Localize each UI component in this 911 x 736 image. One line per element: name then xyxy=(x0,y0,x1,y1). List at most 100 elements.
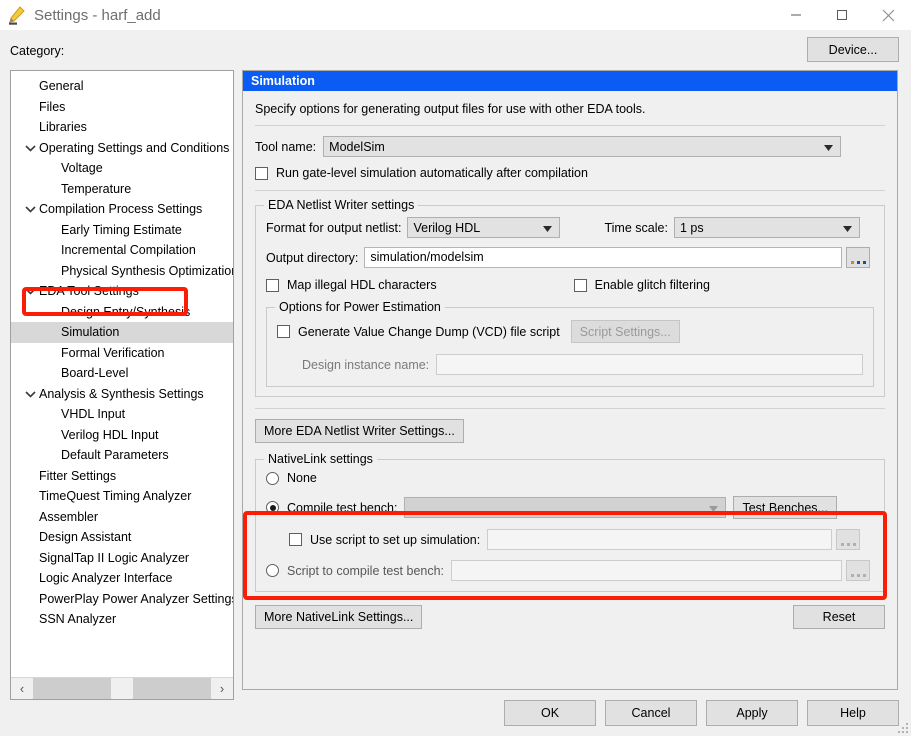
use-script-checkbox[interactable] xyxy=(289,533,302,546)
tree-item-analysis-synthesis-settings[interactable]: Analysis & Synthesis Settings xyxy=(11,384,233,405)
tree-horizontal-scrollbar[interactable]: ‹ › xyxy=(11,677,233,699)
tree-item-default-parameters[interactable]: Default Parameters xyxy=(11,445,233,466)
close-icon[interactable] xyxy=(865,0,911,30)
nativelink-none-row[interactable]: None xyxy=(266,471,874,485)
output-directory-input[interactable]: simulation/modelsim xyxy=(364,247,843,268)
script-settings-button[interactable]: Script Settings... xyxy=(570,320,680,343)
output-directory-row: Output directory: simulation/modelsim xyxy=(266,247,874,268)
generate-vcd-label: Generate Value Change Dump (VCD) file sc… xyxy=(298,324,560,339)
tree-item-temperature[interactable]: Temperature xyxy=(11,179,233,200)
time-scale-combobox[interactable]: 1 ps xyxy=(673,217,860,238)
format-row: Format for output netlist: Verilog HDL T… xyxy=(266,217,874,238)
output-directory-browse-button[interactable] xyxy=(846,247,871,268)
maximize-icon[interactable] xyxy=(819,0,865,30)
more-nativelink-settings-button[interactable]: More NativeLink Settings... xyxy=(255,605,423,629)
tree-item-label: EDA Tool Settings xyxy=(39,284,139,298)
run-gate-level-row[interactable]: Run gate-level simulation automatically … xyxy=(255,166,885,180)
tree-item-ssn-analyzer[interactable]: SSN Analyzer xyxy=(11,609,233,630)
chevron-down-icon[interactable] xyxy=(23,384,37,405)
tree-item-early-timing-estimate[interactable]: Early Timing Estimate xyxy=(11,220,233,241)
run-gate-level-label: Run gate-level simulation automatically … xyxy=(276,166,588,180)
chevron-down-icon[interactable] xyxy=(23,199,37,220)
run-gate-level-checkbox[interactable] xyxy=(255,166,268,180)
tree-item-label: Default Parameters xyxy=(61,448,169,462)
tree-item-general[interactable]: General xyxy=(11,76,233,97)
reset-button[interactable]: Reset xyxy=(793,605,885,629)
tree-item-design-entry-synthesis[interactable]: Design Entry/Synthesis xyxy=(11,302,233,323)
tree-item-libraries[interactable]: Libraries xyxy=(11,117,233,138)
category-tree[interactable]: General Files Libraries Operating Settings … xyxy=(10,70,234,700)
tree-item-label: PowerPlay Power Analyzer Settings xyxy=(39,591,233,606)
tree-item-board-level[interactable]: Board-Level xyxy=(11,363,233,384)
script-compile-input[interactable] xyxy=(451,560,843,581)
tree-item-powerplay-power-analyzer-settings[interactable]: PowerPlay Power Analyzer Settings xyxy=(11,589,233,610)
cancel-button[interactable]: Cancel xyxy=(605,700,697,726)
script-compile-radio[interactable] xyxy=(266,564,279,577)
tree-item-label: SignalTap II Logic Analyzer xyxy=(39,550,190,565)
tree-item-design-assistant[interactable]: Design Assistant xyxy=(11,527,233,548)
tree-item-simulation[interactable]: Simulation xyxy=(11,322,233,343)
chevron-down-icon[interactable] xyxy=(23,138,37,159)
tree-item-operating-settings-and-conditions[interactable]: Operating Settings and Conditions xyxy=(11,138,233,159)
tree-item-verilog-hdl-input[interactable]: Verilog HDL Input xyxy=(11,425,233,446)
tree-item-vhdl-input[interactable]: VHDL Input xyxy=(11,404,233,425)
time-scale-value: 1 ps xyxy=(679,220,704,235)
compile-test-bench-combobox[interactable] xyxy=(404,497,727,518)
panel-body: Specify options for generating output fi… xyxy=(243,102,897,629)
nativelink-none-radio[interactable] xyxy=(266,471,279,485)
chevron-down-icon[interactable] xyxy=(23,281,37,302)
scroll-right-icon[interactable]: › xyxy=(211,678,233,699)
scroll-left-icon[interactable]: ‹ xyxy=(11,678,33,699)
help-button[interactable]: Help xyxy=(807,700,899,726)
category-label: Category: xyxy=(10,44,65,58)
chevron-down-icon xyxy=(824,140,834,154)
minimize-icon[interactable] xyxy=(773,0,819,30)
tree-item-label: Analysis & Synthesis Settings xyxy=(39,386,204,401)
use-script-browse-button[interactable] xyxy=(836,529,861,550)
dot-3 xyxy=(862,261,866,264)
design-instance-input[interactable] xyxy=(436,354,863,375)
dot-1 xyxy=(840,543,844,546)
compile-test-bench-radio[interactable] xyxy=(266,501,279,514)
compile-test-bench-row: Compile test bench: Test Benches... xyxy=(266,496,874,519)
test-benches-button[interactable]: Test Benches... xyxy=(733,496,837,519)
tool-name-label: Tool name: xyxy=(255,139,317,154)
use-script-input[interactable] xyxy=(487,529,833,550)
generate-vcd-checkbox[interactable] xyxy=(277,325,290,338)
tree-item-files[interactable]: Files xyxy=(11,97,233,118)
nativelink-group-title: NativeLink settings xyxy=(264,452,377,466)
tree-item-assembler[interactable]: Assembler xyxy=(11,507,233,528)
nativelink-settings-group: NativeLink settings None Compile test be… xyxy=(255,452,885,592)
tree-item-logic-analyzer-interface[interactable]: Logic Analyzer Interface xyxy=(11,568,233,589)
tree-item-label: Libraries xyxy=(39,120,87,134)
tree-item-incremental-compilation[interactable]: Incremental Compilation xyxy=(11,240,233,261)
apply-button[interactable]: Apply xyxy=(706,700,798,726)
tree-item-signaltap-ii-logic-analyzer[interactable]: SignalTap II Logic Analyzer xyxy=(11,548,233,569)
tree-item-voltage[interactable]: Voltage xyxy=(11,158,233,179)
settings-dialog: Settings - harf_add Category: Device... … xyxy=(0,0,911,736)
script-compile-browse-button[interactable] xyxy=(846,560,871,581)
tree-item-label: Assembler xyxy=(39,509,99,524)
tree-item-compilation-process-settings[interactable]: Compilation Process Settings xyxy=(11,199,233,220)
tree-item-fitter-settings[interactable]: Fitter Settings xyxy=(11,466,233,487)
more-eda-netlist-writer-settings-button[interactable]: More EDA Netlist Writer Settings... xyxy=(255,419,464,443)
resize-grip[interactable] xyxy=(896,721,908,733)
ok-button[interactable]: OK xyxy=(504,700,596,726)
tree-item-label: Fitter Settings xyxy=(39,468,117,483)
tool-name-combobox[interactable]: ModelSim xyxy=(323,136,842,157)
tree-item-eda-tool-settings[interactable]: EDA Tool Settings xyxy=(11,281,233,302)
map-illegal-hdl-checkbox[interactable] xyxy=(266,278,279,292)
tree-item-label: Files xyxy=(39,99,66,114)
tree-item-timequest-timing-analyzer[interactable]: TimeQuest Timing Analyzer xyxy=(11,486,233,507)
enable-glitch-filtering-checkbox[interactable] xyxy=(573,278,587,292)
device-button[interactable]: Device... xyxy=(807,37,899,62)
enable-glitch-filtering-label: Enable glitch filtering xyxy=(594,278,710,292)
format-combobox[interactable]: Verilog HDL xyxy=(407,217,561,238)
tree-item-formal-verification[interactable]: Formal Verification xyxy=(11,343,233,364)
scroll-thumb[interactable] xyxy=(111,678,134,699)
tree-item-physical-synthesis-optimization[interactable]: Physical Synthesis Optimization xyxy=(11,261,233,282)
power-estimation-group: Options for Power Estimation Generate Va… xyxy=(266,300,874,387)
scroll-track[interactable] xyxy=(33,678,211,699)
dialog-button-bar: OK Cancel Apply Help xyxy=(504,700,899,726)
tool-name-value: ModelSim xyxy=(329,139,385,154)
